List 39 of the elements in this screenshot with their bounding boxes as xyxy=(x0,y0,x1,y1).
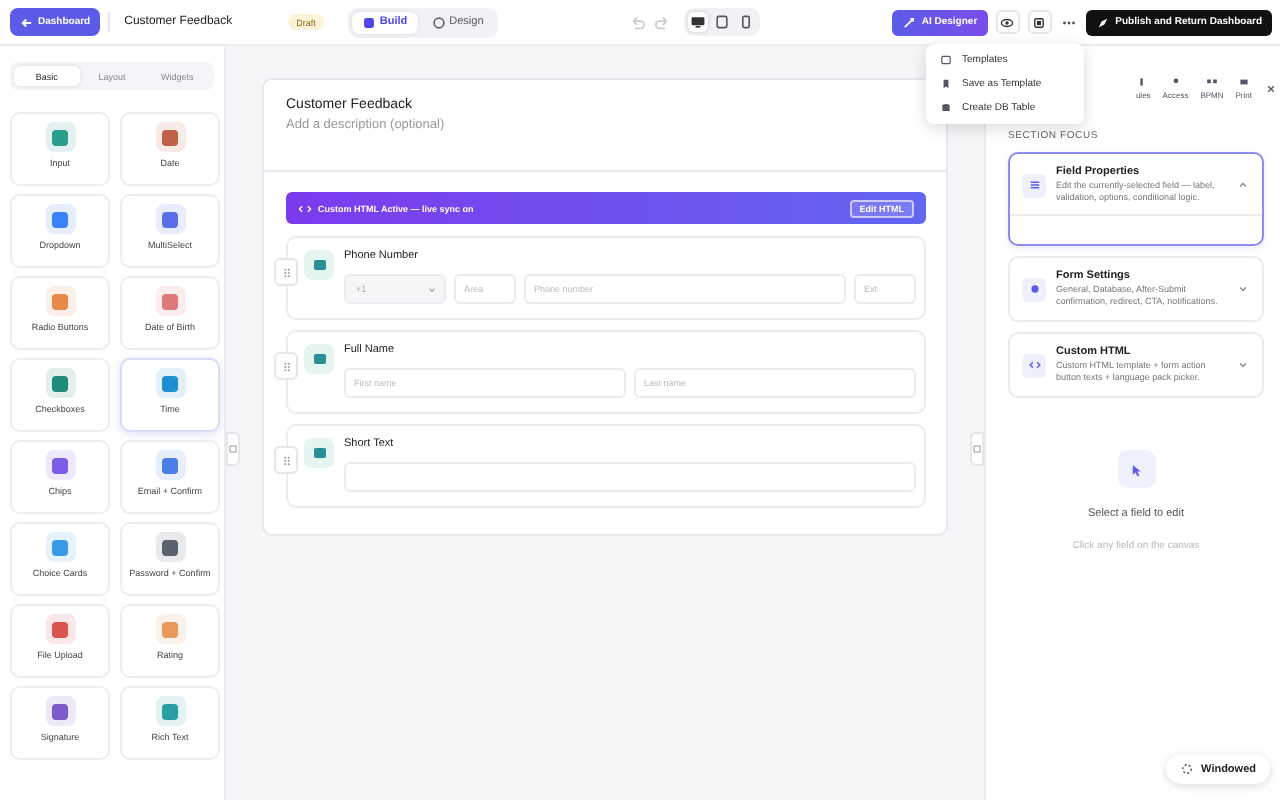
collapse-handle[interactable] xyxy=(970,432,984,466)
chevron-icon xyxy=(1236,358,1250,373)
field-icon xyxy=(304,438,334,468)
drag-handle[interactable] xyxy=(274,446,298,474)
undo-icon[interactable] xyxy=(628,13,647,31)
redo-icon[interactable] xyxy=(654,13,673,31)
drag-handle[interactable] xyxy=(274,352,298,380)
code-icon xyxy=(298,201,312,215)
eye-icon xyxy=(1000,15,1015,29)
tablet-preview-button[interactable] xyxy=(712,12,733,32)
preview-button[interactable] xyxy=(995,10,1020,34)
tablet-icon xyxy=(714,14,731,30)
square-icon xyxy=(361,15,376,29)
caret-icon xyxy=(426,283,438,295)
dashed-circle-icon xyxy=(1179,762,1194,776)
arrow-left-icon xyxy=(20,15,34,29)
panel-icon xyxy=(228,444,238,454)
section-icon xyxy=(1022,353,1046,378)
tab-icon xyxy=(1205,76,1218,88)
section-icon xyxy=(1022,173,1046,198)
monitor-icon xyxy=(690,14,707,30)
square-icon xyxy=(1032,15,1047,29)
wand-icon xyxy=(901,15,916,29)
tab-icon xyxy=(1169,76,1182,88)
section-icon xyxy=(1022,277,1046,302)
desktop-preview-button[interactable] xyxy=(688,12,709,32)
template-button[interactable] xyxy=(1027,10,1052,34)
chevron-icon xyxy=(1236,282,1250,297)
field-icon xyxy=(304,344,334,374)
collapse-handle[interactable] xyxy=(226,432,240,466)
menu-icon xyxy=(940,102,952,114)
drag-handle[interactable] xyxy=(274,258,298,286)
phone-icon xyxy=(738,14,755,30)
collapse-panel-icon[interactable] xyxy=(1264,81,1278,95)
field-icon xyxy=(304,250,334,280)
chevron-icon xyxy=(1236,178,1250,193)
tab-icon xyxy=(1237,76,1250,88)
cursor-icon xyxy=(1117,450,1155,489)
panel-icon xyxy=(972,444,982,454)
